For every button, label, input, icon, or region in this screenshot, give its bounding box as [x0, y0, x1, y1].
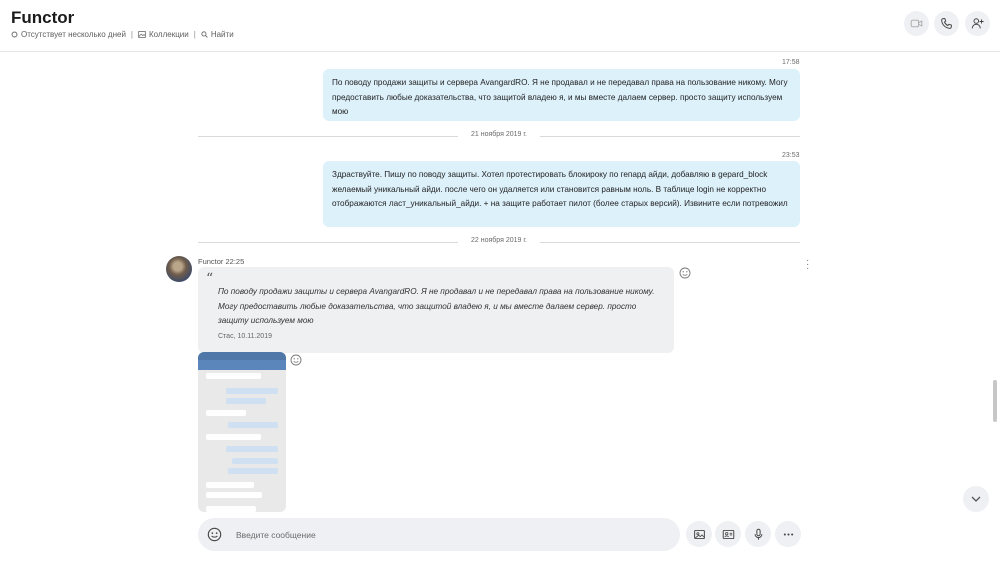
more-options-icon[interactable]: · · · — [806, 256, 809, 274]
divider-line — [540, 242, 800, 243]
status-away-icon — [11, 31, 18, 38]
message-text: По поводу продажи защиты и сервера Avang… — [332, 78, 788, 116]
gallery-icon — [138, 31, 146, 38]
more-actions-button[interactable] — [775, 521, 801, 547]
emoji-icon[interactable] — [207, 527, 222, 542]
contact-name[interactable]: Functor — [11, 8, 74, 28]
add-people-button[interactable] — [965, 11, 990, 36]
outgoing-message[interactable]: Здраствуйте. Пишу по поводу защиты. Хоте… — [323, 161, 800, 227]
quoted-text: По поводу продажи защиты и сервера Avang… — [218, 287, 655, 325]
phone-message — [206, 410, 246, 416]
phone-message — [226, 398, 266, 404]
phone-message — [232, 458, 278, 464]
find-label: Найти — [210, 30, 234, 39]
chevron-down-icon — [971, 496, 981, 502]
message-list[interactable]: 17:58 По поводу продажи защиты и сервера… — [0, 52, 1000, 512]
microphone-icon — [754, 528, 762, 540]
gallery-icon — [693, 529, 705, 539]
scrollbar-thumb[interactable] — [993, 380, 997, 422]
quote-meta: Стас, 10.11.2019 — [218, 333, 272, 340]
voice-message-button[interactable] — [745, 521, 771, 547]
avatar[interactable] — [166, 256, 192, 282]
date-divider: 21 ноября 2019 г. — [198, 130, 800, 142]
outgoing-message[interactable]: По поводу продажи защиты и сервера Avang… — [323, 69, 800, 121]
quote-icon: “ — [206, 271, 214, 287]
phone-message — [206, 434, 261, 440]
phone-message — [228, 422, 278, 428]
phone-status-bar — [198, 352, 286, 360]
add-people-icon — [971, 18, 984, 29]
video-call-icon — [910, 19, 923, 28]
message-text: Здраствуйте. Пишу по поводу защиты. Хоте… — [332, 170, 788, 208]
contact-subline: Отсутствует несколько дней | Коллекции |… — [11, 30, 234, 39]
phone-message — [206, 482, 254, 488]
scroll-to-bottom-button[interactable] — [963, 486, 989, 512]
audio-call-icon — [941, 18, 952, 29]
find-link[interactable]: Найти — [201, 30, 234, 39]
video-call-button[interactable] — [904, 11, 929, 36]
phone-message — [226, 446, 278, 452]
reaction-icon[interactable] — [679, 267, 691, 279]
chat-window: Functor Отсутствует несколько дней | Кол… — [0, 0, 1000, 564]
contact-card-icon — [722, 529, 734, 539]
collections-link[interactable]: Коллекции — [138, 30, 189, 39]
message-composer[interactable]: Введите сообщение — [198, 518, 680, 551]
image-attachment[interactable] — [198, 352, 286, 512]
search-icon — [201, 31, 208, 38]
status-text: Отсутствует несколько дней — [21, 30, 126, 39]
message-time: 17:58 — [782, 59, 800, 66]
collections-label: Коллекции — [149, 30, 189, 39]
sender-name-time: Functor 22:25 — [198, 257, 245, 266]
contact-card-button[interactable] — [715, 521, 741, 547]
divider-line — [540, 136, 800, 137]
phone-app-bar — [198, 360, 286, 370]
phone-message — [226, 388, 278, 394]
audio-call-button[interactable] — [934, 11, 959, 36]
media-button[interactable] — [686, 521, 712, 547]
message-input[interactable]: Введите сообщение — [236, 530, 316, 540]
phone-message — [206, 492, 262, 498]
phone-message — [228, 468, 278, 474]
message-time: 23:53 — [782, 152, 800, 159]
phone-message — [206, 373, 261, 379]
chat-header: Functor Отсутствует несколько дней | Кол… — [0, 0, 1000, 52]
date-divider: 22 ноября 2019 г. — [198, 236, 800, 248]
incoming-message[interactable]: “ По поводу продажи защиты и сервера Ava… — [198, 267, 674, 353]
more-horizontal-icon — [783, 532, 793, 536]
separator: | — [193, 30, 196, 39]
status-item[interactable]: Отсутствует несколько дней — [11, 30, 126, 39]
reaction-icon[interactable] — [290, 354, 302, 366]
separator: | — [130, 30, 133, 39]
phone-message — [206, 506, 256, 512]
